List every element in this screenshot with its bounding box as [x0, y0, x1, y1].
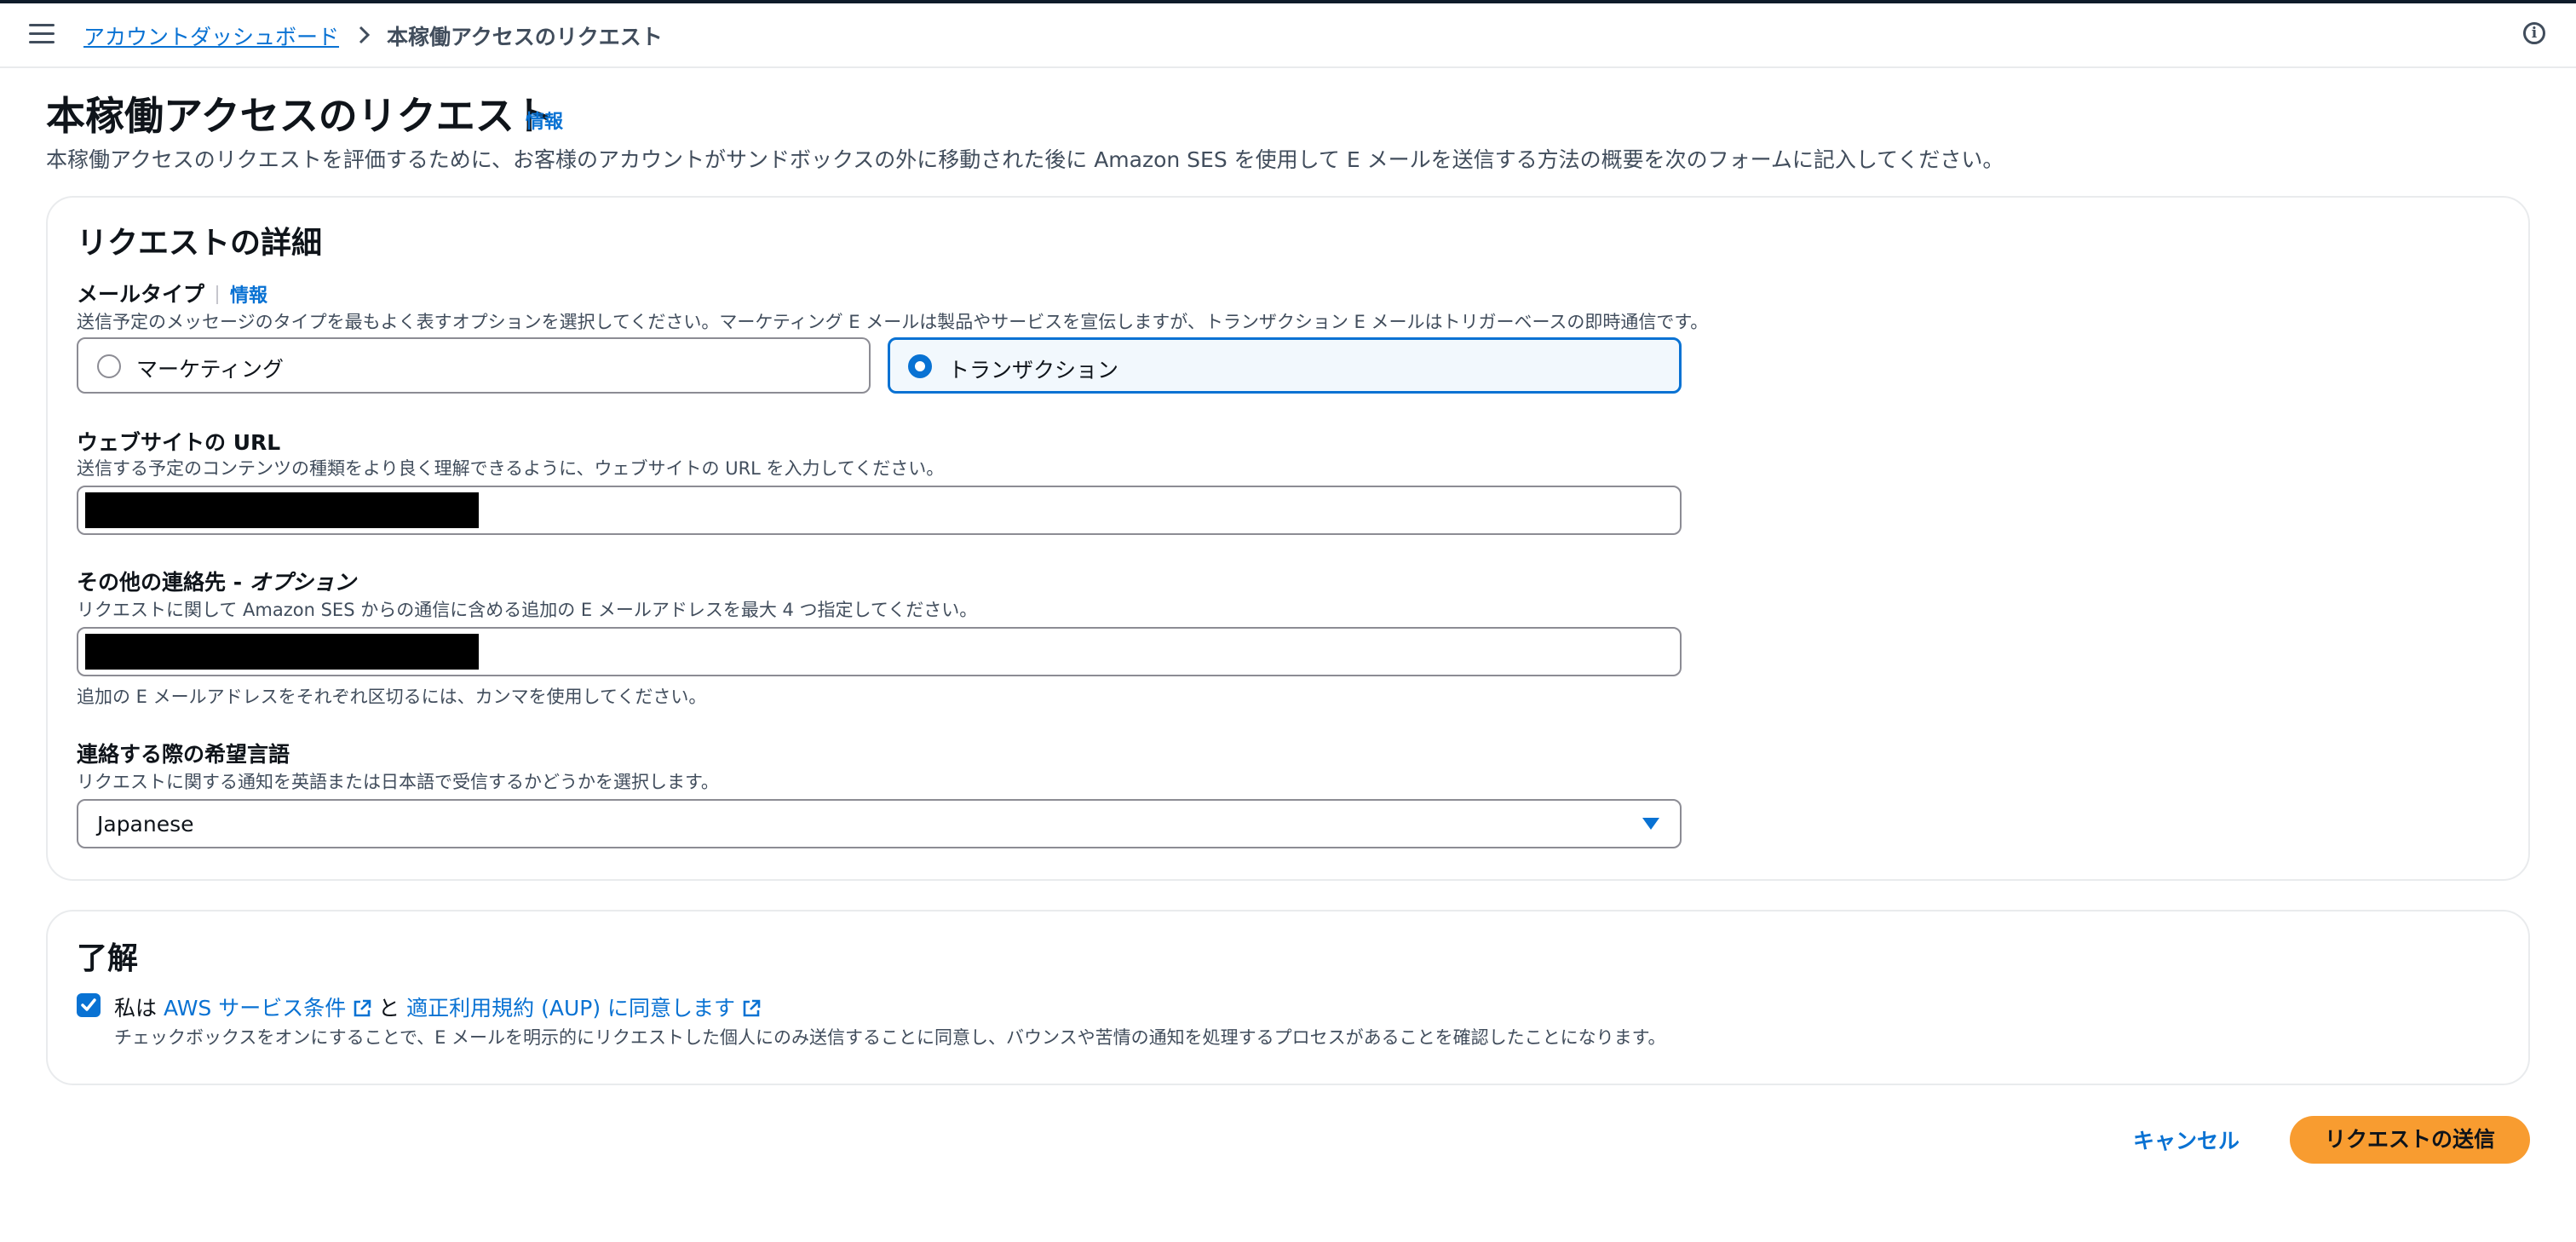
- agree-prefix: 私は: [114, 996, 164, 1021]
- mail-type-label-text: メールタイプ: [77, 282, 205, 307]
- page-info-link[interactable]: 情報: [526, 106, 563, 134]
- mail-type-label: メールタイプ 情報: [77, 278, 267, 308]
- agree-description: チェックボックスをオンにすることで、E メールを明示的にリクエストした個人にのみ…: [114, 1027, 1666, 1048]
- redacted-value: [85, 634, 479, 670]
- page-description: 本稼働アクセスのリクエストを評価するために、お客様のアカウントがサンドボックスの…: [46, 147, 2004, 172]
- agree-checkbox[interactable]: [77, 993, 101, 1017]
- breadcrumb-current: 本稼働アクセスのリクエスト: [387, 25, 663, 49]
- website-url-label: ウェブサイトの URL: [77, 430, 281, 455]
- cancel-button[interactable]: キャンセル: [2133, 1124, 2240, 1155]
- other-contacts-label: その他の連絡先 - オプション: [77, 566, 356, 596]
- page-title: 本稼働アクセスのリクエスト: [46, 93, 554, 139]
- aup-link[interactable]: 適正利用規約 (AUP) に同意します: [406, 996, 761, 1021]
- agree-text: 私は AWS サービス条件 と 適正利用規約 (AUP) に同意します: [114, 992, 761, 1022]
- external-link-icon: [354, 999, 371, 1017]
- website-url-description: 送信する予定のコンテンツの種類をより良く理解できるように、ウェブサイトの URL…: [77, 458, 945, 479]
- mail-type-description: 送信予定のメッセージのタイプを最もよく表すオプションを選択してください。マーケテ…: [77, 312, 1709, 332]
- radio-label-marketing: マーケティング: [136, 357, 285, 382]
- menu-icon[interactable]: [29, 24, 55, 44]
- aup-link-text: 適正利用規約 (AUP) に同意します: [406, 996, 736, 1021]
- aws-service-terms-link[interactable]: AWS サービス条件: [164, 996, 371, 1021]
- other-contacts-label-text: その他の連絡先 -: [77, 570, 250, 595]
- checkmark-icon: [81, 998, 96, 1011]
- breadcrumb-account-dashboard[interactable]: アカウントダッシュボード: [83, 20, 339, 51]
- submit-request-button[interactable]: リクエストの送信: [2290, 1116, 2530, 1164]
- language-select[interactable]: Japanese: [77, 799, 1682, 848]
- agree-middle: と: [371, 996, 407, 1021]
- other-contacts-description: リクエストに関して Amazon SES からの通信に含める追加の E メールア…: [77, 600, 978, 620]
- other-contacts-input[interactable]: [77, 627, 1682, 676]
- chevron-right-icon: [359, 26, 371, 44]
- other-contacts-optional: オプション: [249, 570, 356, 595]
- other-contacts-hint: 追加の E メールアドレスをそれぞれ区切るには、カンマを使用してください。: [77, 687, 707, 707]
- redacted-value: [85, 492, 479, 528]
- request-details-title: リクエストの詳細: [77, 226, 323, 261]
- website-url-input[interactable]: [77, 486, 1682, 535]
- radio-button-marketing[interactable]: [97, 354, 121, 378]
- radio-tile-transactional[interactable]: トランザクション: [888, 337, 1682, 394]
- radio-button-transactional[interactable]: [908, 354, 932, 378]
- language-select-value: Japanese: [97, 812, 194, 837]
- caret-down-icon: [1642, 818, 1659, 830]
- language-label: 連絡する際の希望言語: [77, 742, 290, 767]
- language-description: リクエストに関する通知を英語または日本語で受信するかどうかを選択します。: [77, 772, 719, 792]
- top-navigation: アカウントダッシュボード 本稼働アクセスのリクエスト i: [0, 3, 2576, 68]
- radio-label-transactional: トランザクション: [948, 358, 1119, 382]
- mail-type-info-link[interactable]: 情報: [230, 285, 267, 307]
- radio-tile-marketing[interactable]: マーケティング: [77, 337, 871, 394]
- aws-service-terms-link-text: AWS サービス条件: [163, 996, 347, 1021]
- label-divider: [216, 285, 219, 304]
- acknowledgement-title: 了解: [77, 941, 139, 976]
- info-panel-icon[interactable]: i: [2523, 22, 2545, 44]
- external-link-icon: [743, 999, 761, 1017]
